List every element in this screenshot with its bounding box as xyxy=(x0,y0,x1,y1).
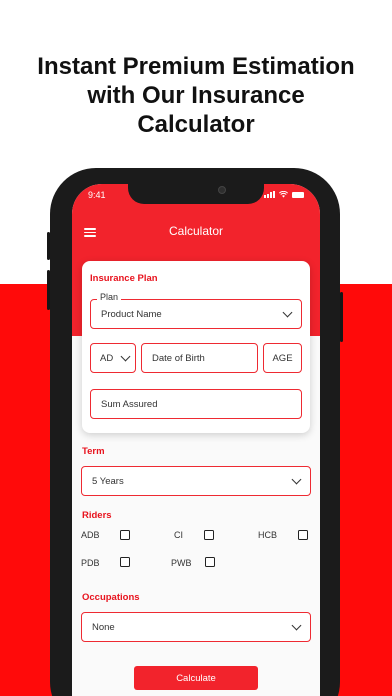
rider-pdb-label: PDB xyxy=(81,558,100,568)
chevron-down-icon xyxy=(291,620,302,630)
term-label: Term xyxy=(82,446,105,457)
insurance-plan-label: Insurance Plan xyxy=(90,273,158,284)
cellular-signal-icon xyxy=(264,191,275,198)
riders-label: Riders xyxy=(82,510,112,521)
occupations-select[interactable]: None xyxy=(81,612,311,642)
headline-line-2: with Our Insurance xyxy=(87,82,305,109)
age-placeholder: AGE xyxy=(272,352,293,364)
plan-field-label: Plan xyxy=(97,292,122,302)
calendar-type-value: AD xyxy=(100,352,114,364)
insurance-plan-card: Insurance Plan Product Name Plan AD Date… xyxy=(82,261,310,433)
sum-assured-placeholder: Sum Assured xyxy=(101,398,158,410)
chevron-down-icon xyxy=(120,351,131,361)
headline-line-3: Calculator xyxy=(137,111,255,138)
calculate-button[interactable]: Calculate xyxy=(134,666,258,690)
page-title: Calculator xyxy=(168,224,224,238)
occupations-label: Occupations xyxy=(82,592,140,603)
camera-icon xyxy=(218,186,226,194)
occupations-select-value: None xyxy=(92,621,115,633)
promo-headline: Instant Premium Estimation with Our Insu… xyxy=(0,52,392,139)
term-select-value: 5 Years xyxy=(92,475,124,487)
phone-notch xyxy=(128,184,264,204)
date-of-birth-input[interactable]: Date of Birth xyxy=(141,343,258,373)
phone-power-button xyxy=(340,292,343,342)
rider-pdb-checkbox[interactable] xyxy=(120,557,130,567)
rider-hcb-label: HCB xyxy=(258,530,278,540)
battery-icon xyxy=(292,192,304,198)
wifi-icon xyxy=(279,191,288,198)
phone-volume-button xyxy=(47,232,50,260)
status-icons xyxy=(264,191,304,198)
rider-pwb-label: PWB xyxy=(171,558,192,568)
headline-line-1: Instant Premium Estimation xyxy=(37,53,355,80)
rider-pwb-checkbox[interactable] xyxy=(205,557,215,567)
plan-select-value: Product Name xyxy=(101,308,162,320)
calendar-type-select[interactable]: AD xyxy=(90,343,136,373)
phone-volume-button xyxy=(47,270,50,310)
age-input[interactable]: AGE xyxy=(263,343,302,373)
plan-select[interactable]: Product Name xyxy=(90,299,302,329)
app-screen: 9:41 Calculator Insurance Plan Product N… xyxy=(72,184,320,696)
rider-adb-label: ADB xyxy=(81,530,100,540)
term-select[interactable]: 5 Years xyxy=(81,466,311,496)
rider-ci-label: CI xyxy=(174,530,183,540)
chevron-down-icon xyxy=(291,474,302,484)
chevron-down-icon xyxy=(282,307,293,317)
rider-ci-checkbox[interactable] xyxy=(204,530,214,540)
date-of-birth-placeholder: Date of Birth xyxy=(152,352,205,364)
rider-adb-checkbox[interactable] xyxy=(120,530,130,540)
status-time: 9:41 xyxy=(88,190,106,200)
sum-assured-input[interactable]: Sum Assured xyxy=(90,389,302,419)
rider-hcb-checkbox[interactable] xyxy=(298,530,308,540)
